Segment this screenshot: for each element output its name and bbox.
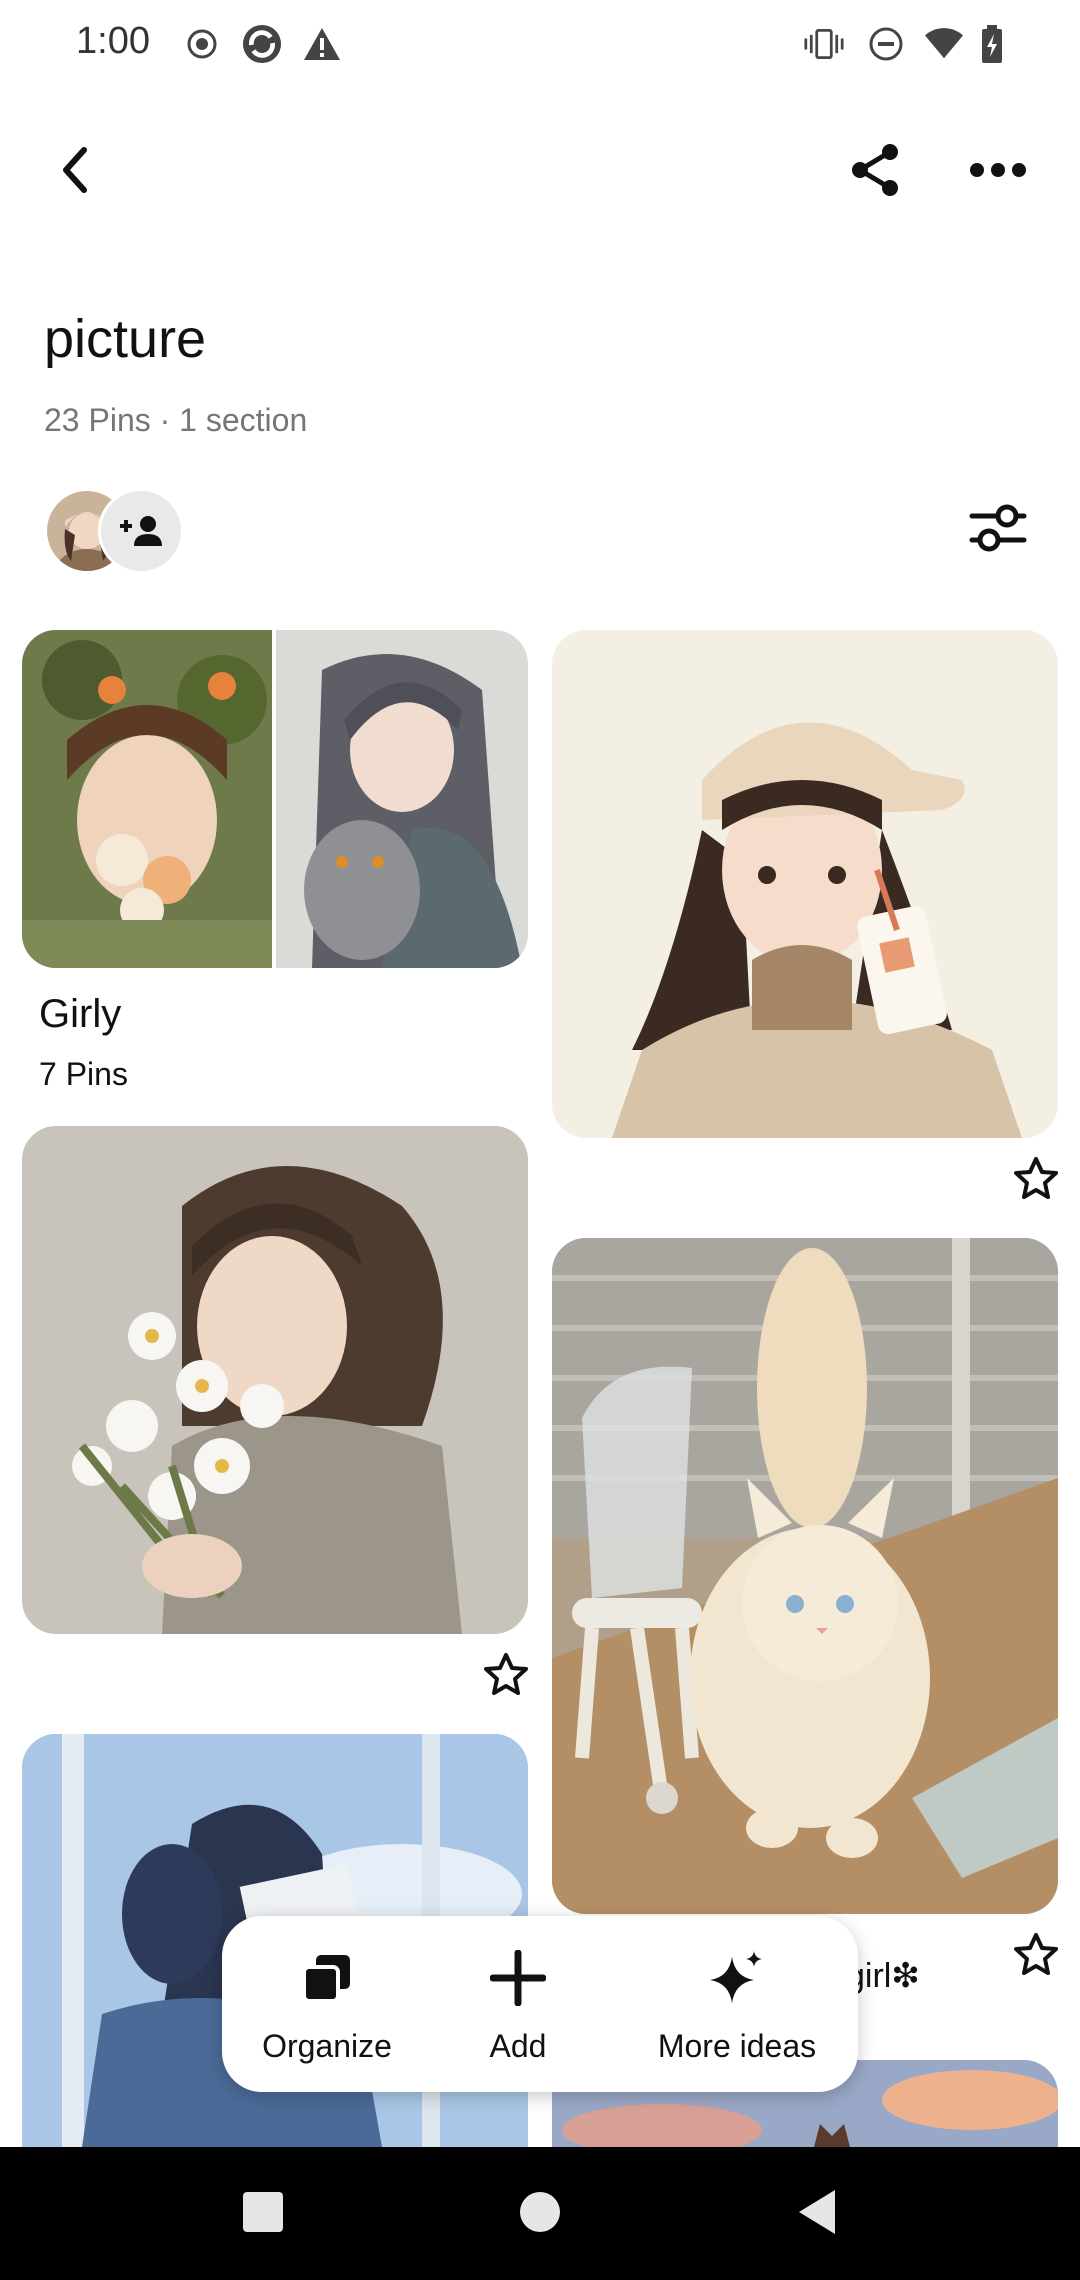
pin-image[interactable] [552, 1238, 1058, 1914]
pin-star-button[interactable] [478, 1646, 534, 1702]
top-app-bar [0, 120, 1080, 220]
sync-icon [242, 22, 282, 66]
sliders-icon [969, 504, 1027, 552]
pin-star-button[interactable] [1008, 1926, 1064, 1982]
board-action-bar: Organize Add More ideas [222, 1916, 858, 2092]
system-navigation-bar [0, 2147, 1080, 2280]
home-button[interactable] [505, 2177, 575, 2247]
filter-button[interactable] [958, 488, 1038, 568]
status-time: 1:00 [76, 20, 150, 62]
recents-square-icon [243, 2192, 283, 2232]
record-icon [182, 22, 222, 66]
pin-star-button[interactable] [1008, 1150, 1064, 1206]
sparkle-icon [705, 1946, 769, 2010]
pin-image[interactable] [552, 630, 1058, 1138]
more-horizontal-icon [970, 163, 1026, 177]
section-pin-count: 7 Pins [39, 1056, 128, 1092]
more-options-button[interactable] [958, 130, 1038, 210]
share-icon [852, 144, 898, 196]
organize-button[interactable]: Organize [262, 1946, 392, 2076]
section-cover-girly[interactable] [22, 630, 528, 968]
share-button[interactable] [836, 130, 916, 210]
add-collaborator-button[interactable] [98, 488, 184, 574]
back-arrow-icon [63, 147, 87, 193]
pin-image[interactable] [22, 1126, 528, 1634]
organize-icon [295, 1946, 359, 2010]
add-person-icon [120, 516, 162, 546]
back-nav-button[interactable] [782, 2177, 852, 2247]
back-triangle-icon [799, 2190, 835, 2234]
vibrate-icon [804, 22, 844, 66]
more-ideas-button[interactable]: More ideas [652, 1946, 822, 2076]
status-bar: 1:00 [0, 0, 1080, 88]
battery-charging-icon [972, 22, 1012, 66]
recents-button[interactable] [228, 2177, 298, 2247]
board-meta: 23 Pins · 1 section [44, 402, 308, 438]
do-not-disturb-icon [866, 22, 906, 66]
organize-label: Organize [262, 2028, 392, 2064]
star-outline-icon [1014, 1157, 1058, 1199]
back-button[interactable] [36, 130, 116, 210]
home-circle-icon [520, 2192, 560, 2232]
add-label: Add [489, 2028, 547, 2064]
star-outline-icon [1014, 1933, 1058, 1975]
star-outline-icon [484, 1653, 528, 1695]
plus-icon [486, 1946, 550, 2010]
wifi-icon [924, 22, 964, 66]
more-ideas-label: More ideas [657, 2028, 817, 2064]
add-button[interactable]: Add [478, 1946, 558, 2076]
section-title: Girly [39, 992, 122, 1036]
warning-icon [302, 22, 342, 66]
board-title: picture [44, 309, 207, 369]
